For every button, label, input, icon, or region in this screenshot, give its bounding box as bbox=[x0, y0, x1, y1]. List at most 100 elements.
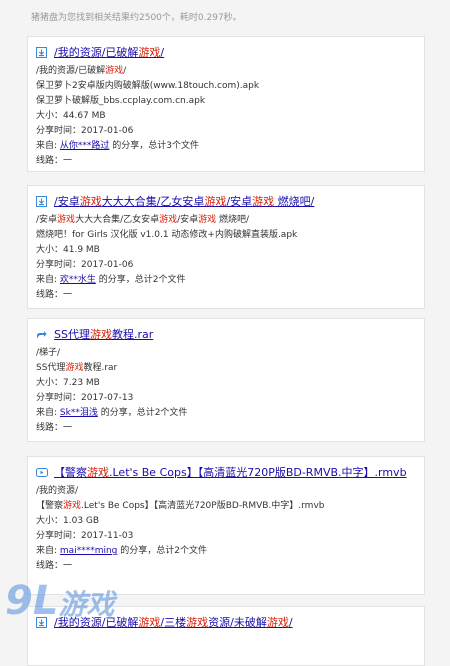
text-segment: 燃烧吧/ bbox=[216, 215, 250, 225]
result-card: 【警察游戏.Let's Be Cops】【高清蓝光720P版BD-RMVB.中字… bbox=[27, 456, 425, 595]
keyword-highlight: 游戏 bbox=[105, 66, 124, 76]
text-segment: 的分享，总计2个文件 bbox=[97, 408, 188, 418]
detail-line: 保卫萝卜破解版_bbs.ccplay.com.cn.apk bbox=[36, 94, 416, 109]
text-segment: 资源/未破解 bbox=[208, 616, 267, 629]
result-details: /我的资源/已破解游戏/保卫萝卜2安卓版内购破解版(www.18touch.co… bbox=[36, 64, 416, 169]
detail-line: 分享时间：2017-11-03 bbox=[36, 529, 416, 544]
text-segment: /三楼 bbox=[160, 616, 187, 629]
keyword-highlight: 游戏 bbox=[138, 616, 161, 629]
result-title-link[interactable]: SS代理游戏教程.rar bbox=[54, 326, 153, 343]
watermark-text: 游戏 bbox=[58, 588, 115, 621]
detail-line: 【警察游戏.Let's Be Cops】【高清蓝光720P版BD-RMVB.中字… bbox=[36, 499, 416, 514]
text-segment: 线路：一 bbox=[36, 156, 73, 166]
result-title-link[interactable]: /安卓游戏大大大合集/乙女安卓游戏/安卓游戏 燃烧吧/ bbox=[54, 193, 314, 210]
download-icon bbox=[36, 196, 47, 207]
result-card: SS代理游戏教程.rar/梯子/SS代理游戏教程.rar 大小：7.23 MB 分享… bbox=[27, 318, 425, 442]
text-segment: /梯子/ bbox=[36, 348, 61, 358]
sharer-link[interactable]: Sk**泪浅 bbox=[60, 408, 98, 418]
keyword-highlight: 游戏 bbox=[79, 195, 102, 208]
video-icon bbox=[36, 467, 48, 478]
text-segment: 【警察 bbox=[36, 501, 64, 511]
text-segment: /安卓 bbox=[226, 195, 253, 208]
text-segment: 燃烧吧！for Girls 汉化版 v1.0.1 动态修改+内购破解直装版.ap… bbox=[36, 230, 298, 240]
keyword-highlight: 游戏 bbox=[57, 215, 76, 225]
detail-line: 来自: 从你***路过 的分享，总计3个文件 bbox=[36, 139, 416, 154]
result-card: /安卓游戏大大大合集/乙女安卓游戏/安卓游戏 燃烧吧//安卓游戏大大大合集/乙女… bbox=[27, 185, 425, 309]
keyword-highlight: 游戏 bbox=[252, 195, 275, 208]
result-title-row: SS代理游戏教程.rar bbox=[36, 326, 416, 343]
text-segment: 来自: bbox=[36, 141, 60, 151]
result-title-row: 【警察游戏.Let's Be Cops】【高清蓝光720P版BD-RMVB.中字… bbox=[36, 464, 416, 481]
share-icon bbox=[36, 329, 47, 340]
text-segment: /我的资源/ bbox=[36, 486, 79, 496]
text-segment: / bbox=[160, 46, 165, 59]
detail-line: 来自: Sk**泪浅 的分享，总计2个文件 bbox=[36, 406, 416, 421]
result-title-row: /我的资源/已破解游戏/ bbox=[36, 44, 416, 61]
detail-line: 线路：一 bbox=[36, 559, 416, 574]
text-segment: /我的资源/已破解 bbox=[54, 46, 139, 59]
detail-line: 来自: mai****ming 的分享，总计2个文件 bbox=[36, 544, 416, 559]
text-segment: .Let's Be Cops】【高清蓝光720P版BD-RMVB.中字】.rmv… bbox=[109, 466, 407, 479]
detail-line: 分享时间：2017-01-06 bbox=[36, 124, 416, 139]
result-details: /我的资源/ 【警察游戏.Let's Be Cops】【高清蓝光720P版BD-R… bbox=[36, 484, 416, 574]
result-title-link[interactable]: 【警察游戏.Let's Be Cops】【高清蓝光720P版BD-RMVB.中字… bbox=[54, 464, 407, 481]
text-segment: 保卫萝卜2安卓版内购破解版(www.18touch.com).apk bbox=[36, 81, 260, 91]
text-segment: SS代理 bbox=[54, 328, 90, 341]
sharer-link[interactable]: mai****ming bbox=[60, 546, 117, 556]
site-watermark: 9L游戏 bbox=[5, 578, 114, 624]
keyword-highlight: 游戏 bbox=[186, 616, 209, 629]
detail-line: 大小：7.23 MB bbox=[36, 376, 416, 391]
keyword-highlight: 游戏 bbox=[65, 363, 84, 373]
result-details: /梯子/SS代理游戏教程.rar 大小：7.23 MB 分享时间：2017-07-1… bbox=[36, 346, 416, 436]
keyword-highlight: 游戏 bbox=[63, 501, 82, 511]
keyword-highlight: 游戏 bbox=[204, 195, 227, 208]
detail-line: 线路：一 bbox=[36, 154, 416, 169]
result-title-link[interactable]: /我的资源/已破解游戏/ bbox=[54, 44, 164, 61]
text-segment: 大小：1.03 GB bbox=[36, 516, 100, 526]
text-segment: / bbox=[288, 616, 293, 629]
sharer-link[interactable]: 从你***路过 bbox=[60, 141, 110, 151]
detail-line: 分享时间：2017-01-06 bbox=[36, 258, 416, 273]
detail-line: 分享时间：2017-07-13 bbox=[36, 391, 416, 406]
keyword-highlight: 游戏 bbox=[89, 328, 112, 341]
detail-line: /我的资源/已破解游戏/ bbox=[36, 64, 416, 79]
detail-line: 线路：一 bbox=[36, 421, 416, 436]
text-segment: 分享时间：2017-01-06 bbox=[36, 126, 134, 136]
text-segment: 来自: bbox=[36, 546, 60, 556]
text-segment: 大大大合集/乙女安卓 bbox=[75, 215, 160, 225]
text-segment: 大小：41.9 MB bbox=[36, 245, 100, 255]
text-segment: 【警察 bbox=[54, 466, 87, 479]
detail-line: 来自: 欢**水生 的分享，总计2个文件 bbox=[36, 273, 416, 288]
keyword-highlight: 游戏 bbox=[159, 215, 178, 225]
keyword-highlight: 游戏 bbox=[87, 466, 109, 479]
text-segment: 教程.rar bbox=[83, 363, 118, 373]
text-segment: SS代理 bbox=[36, 363, 66, 373]
text-segment: 来自: bbox=[36, 275, 60, 285]
result-details: /安卓游戏大大大合集/乙女安卓游戏/安卓游戏 燃烧吧/燃烧吧！for Girls… bbox=[36, 213, 416, 303]
text-segment: /安卓 bbox=[177, 215, 199, 225]
text-segment: / bbox=[123, 66, 127, 76]
text-segment: 大小：7.23 MB bbox=[36, 378, 100, 388]
detail-line: 大小：44.67 MB bbox=[36, 109, 416, 124]
watermark-number: 9L bbox=[5, 578, 59, 624]
text-segment: 的分享，总计2个文件 bbox=[117, 546, 207, 556]
keyword-highlight: 游戏 bbox=[266, 616, 289, 629]
result-title-row: /安卓游戏大大大合集/乙女安卓游戏/安卓游戏 燃烧吧/ bbox=[36, 193, 416, 210]
detail-line: /我的资源/ bbox=[36, 484, 416, 499]
detail-line: /安卓游戏大大大合集/乙女安卓游戏/安卓游戏 燃烧吧/ bbox=[36, 213, 416, 228]
text-segment: 燃烧吧/ bbox=[274, 195, 315, 208]
text-segment: 来自: bbox=[36, 408, 60, 418]
text-segment: 的分享，总计3个文件 bbox=[109, 141, 200, 151]
text-segment: /安卓 bbox=[54, 195, 80, 208]
detail-line: 线路：一 bbox=[36, 288, 416, 303]
text-segment: 线路：一 bbox=[36, 423, 73, 433]
text-segment: 的分享，总计2个文件 bbox=[95, 275, 186, 285]
sharer-link[interactable]: 欢**水生 bbox=[60, 275, 96, 285]
download-icon bbox=[36, 47, 47, 58]
detail-line: 燃烧吧！for Girls 汉化版 v1.0.1 动态修改+内购破解直装版.ap… bbox=[36, 228, 416, 243]
text-segment: /安卓 bbox=[36, 215, 58, 225]
detail-line: /梯子/ bbox=[36, 346, 416, 361]
result-summary: 猪猪盘为您找到相关结果约2500个，耗时0.297秒。 bbox=[31, 13, 242, 23]
text-segment: 分享时间：2017-07-13 bbox=[36, 393, 134, 403]
text-segment: 线路：一 bbox=[36, 561, 73, 571]
